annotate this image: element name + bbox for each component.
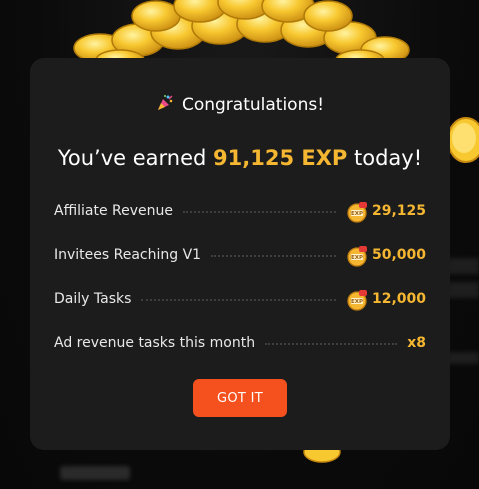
reward-screen: Congratulations! You’ve earned 91,125 EX… xyxy=(0,0,479,489)
reward-row-invitees-reaching-v1: Invitees Reaching V1 EXP 50,000 xyxy=(54,243,426,267)
reward-label: Invitees Reaching V1 xyxy=(54,247,202,263)
exp-coin-icon: EXP xyxy=(346,201,367,223)
dotted-leader xyxy=(141,299,336,301)
dotted-leader xyxy=(183,211,336,213)
reward-row-daily-tasks: Daily Tasks EXP 12,000 xyxy=(54,287,426,311)
svg-text:EXP: EXP xyxy=(351,211,363,217)
reward-label: Ad revenue tasks this month xyxy=(54,335,256,351)
reward-row-ad-revenue-tasks: Ad revenue tasks this month x8 xyxy=(54,331,426,355)
reward-amount: 29,125 xyxy=(371,203,426,219)
earned-summary: You’ve earned 91,125 EXP today! xyxy=(30,146,450,170)
reward-value: EXP 29,125 xyxy=(346,201,426,223)
dotted-leader xyxy=(265,343,398,345)
exp-coin-icon: EXP xyxy=(346,289,367,311)
background-blur xyxy=(447,282,479,298)
congratulations-title: Congratulations! xyxy=(181,95,325,115)
reward-amount: x8 xyxy=(407,335,426,351)
reward-amount: 50,000 xyxy=(371,247,426,263)
congratulations-modal: Congratulations! You’ve earned 91,125 EX… xyxy=(30,58,450,450)
earned-suffix: today! xyxy=(347,146,423,170)
reward-row-affiliate-revenue: Affiliate Revenue EXP 29,125 xyxy=(54,199,426,223)
reward-value: x8 xyxy=(407,335,426,351)
exp-coin-icon: EXP xyxy=(346,245,367,267)
reward-label: Affiliate Revenue xyxy=(54,203,173,219)
earned-prefix: You’ve earned xyxy=(57,146,214,170)
background-blur xyxy=(447,352,479,364)
got-it-button[interactable]: GOT IT xyxy=(193,379,287,417)
reward-value: EXP 12,000 xyxy=(346,289,426,311)
reward-amount: 12,000 xyxy=(371,291,426,307)
svg-text:EXP: EXP xyxy=(351,255,363,261)
dotted-leader xyxy=(211,255,336,257)
modal-header: Congratulations! xyxy=(30,94,450,116)
earned-amount: 91,125 EXP xyxy=(213,146,348,170)
reward-value: EXP 50,000 xyxy=(346,245,426,267)
background-blur xyxy=(60,466,130,480)
background-blur xyxy=(447,258,479,274)
party-popper-icon xyxy=(156,94,174,116)
reward-label: Daily Tasks xyxy=(54,291,132,307)
svg-text:EXP: EXP xyxy=(351,299,363,305)
